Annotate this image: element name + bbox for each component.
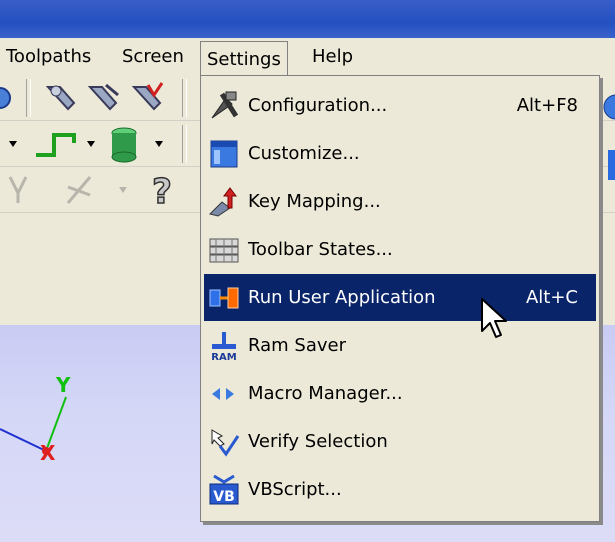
settings-dropdown: Configuration... Alt+F8 Customize... Key… — [200, 75, 600, 522]
svg-text:?: ? — [152, 172, 172, 209]
partial-sphere-icon[interactable] — [600, 92, 615, 122]
tool-select-icon[interactable] — [130, 81, 166, 113]
menu-screen[interactable]: Screen — [116, 38, 190, 75]
cylinder-icon[interactable] — [108, 125, 140, 163]
menu-settings[interactable]: Settings — [200, 41, 288, 78]
svg-text:VB: VB — [213, 489, 235, 505]
app-window: Toolpaths Screen Settings Help ? Y X Con… — [0, 0, 615, 542]
menu-item-label: Ram Saver — [248, 335, 346, 356]
disabled-trim-icon — [66, 176, 92, 204]
menu-item-shortcut: Alt+C — [525, 287, 578, 308]
menu-item-label: Key Mapping... — [248, 191, 381, 212]
help-icon[interactable]: ? — [146, 169, 178, 209]
customize-icon — [210, 140, 238, 168]
menu-item-label: Toolbar States... — [248, 239, 393, 260]
toolbar-states-icon — [209, 238, 239, 263]
key-mapping-icon — [209, 187, 237, 217]
mouse-cursor-icon — [481, 298, 507, 338]
tool-icon[interactable] — [44, 81, 80, 113]
menu-bar: Toolpaths Screen Settings Help — [0, 38, 615, 78]
menu-item-configuration[interactable]: Configuration... Alt+F8 — [204, 82, 596, 129]
menu-item-macro-manager[interactable]: Macro Manager... — [204, 370, 596, 417]
toolbar-separator — [26, 79, 31, 117]
axis-label-x: X — [40, 441, 56, 465]
toolbar-separator — [182, 79, 187, 117]
partial-toolbar-icon[interactable] — [608, 150, 615, 180]
menu-help[interactable]: Help — [306, 38, 359, 75]
chevron-down-icon[interactable] — [8, 139, 18, 149]
menu-item-label: VBScript... — [248, 479, 342, 500]
tool-icon-2[interactable] — [86, 81, 122, 113]
configuration-icon — [211, 91, 239, 119]
macro-manager-icon — [212, 388, 234, 400]
menu-item-vbscript[interactable]: VB VBScript... — [204, 466, 596, 513]
menu-item-verify-selection[interactable]: Verify Selection — [204, 418, 596, 465]
svg-text:RAM: RAM — [211, 352, 236, 362]
menu-item-customize[interactable]: Customize... — [204, 130, 596, 177]
chevron-down-icon — [119, 187, 127, 193]
vbscript-icon: VB — [209, 474, 239, 505]
toolbar-separator — [182, 125, 187, 163]
chevron-down-icon[interactable] — [154, 139, 164, 149]
menu-item-label: Run User Application — [248, 287, 436, 308]
menu-item-ram-saver[interactable]: RAM Ram Saver — [204, 322, 596, 369]
partial-tool-icon[interactable] — [0, 85, 12, 111]
ram-saver-icon: RAM — [211, 332, 237, 362]
title-bar — [0, 0, 615, 38]
menu-item-shortcut: Alt+F8 — [516, 95, 578, 116]
contour-path-icon[interactable] — [34, 129, 78, 159]
verify-selection-icon — [211, 429, 240, 457]
axis-triad — [0, 396, 67, 455]
menu-item-label: Verify Selection — [248, 431, 388, 452]
chevron-down-icon[interactable] — [86, 139, 96, 149]
menu-item-label: Configuration... — [248, 95, 388, 116]
axis-label-y: Y — [56, 373, 71, 397]
menu-item-key-mapping[interactable]: Key Mapping... — [204, 178, 596, 225]
menu-toolpaths[interactable]: Toolpaths — [0, 38, 97, 75]
menu-item-toolbar-states[interactable]: Toolbar States... — [204, 226, 596, 273]
menu-item-run-user-application[interactable]: Run User Application Alt+C — [204, 274, 596, 321]
disabled-tool-icon — [8, 176, 28, 203]
menu-item-label: Customize... — [248, 143, 360, 164]
run-user-application-icon — [209, 287, 239, 309]
menu-item-label: Macro Manager... — [248, 383, 403, 404]
